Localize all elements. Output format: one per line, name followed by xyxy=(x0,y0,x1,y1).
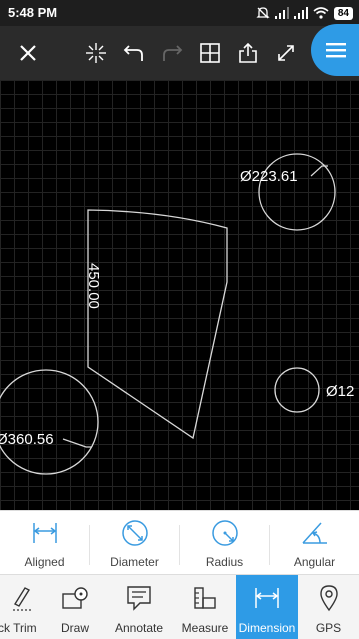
option-angular[interactable]: Angular xyxy=(270,511,359,575)
tab-dimension-label: Dimension xyxy=(238,621,296,635)
redo-icon xyxy=(163,45,183,61)
close-button[interactable] xyxy=(14,39,42,67)
fullscreen-icon xyxy=(278,45,294,61)
battery-icon: 84 xyxy=(333,6,353,20)
option-angular-label: Angular xyxy=(293,555,336,569)
status-bar: 5:48 PM 84 xyxy=(0,0,359,26)
dim-circle-right[interactable]: Ø12 xyxy=(326,383,354,400)
tab-annotate-label: Annotate xyxy=(114,621,164,635)
option-diameter-label: Diameter xyxy=(110,555,159,569)
option-radius-label: Radius xyxy=(205,555,244,569)
annotate-icon xyxy=(127,586,151,611)
dim-circle-top[interactable]: Ø223.61 xyxy=(240,168,298,185)
tab-quick-trim[interactable]: Quick Trim xyxy=(0,575,46,639)
signal-icon xyxy=(293,7,308,19)
circle-left[interactable] xyxy=(0,369,99,475)
undo-button[interactable] xyxy=(120,39,148,67)
mute-icon xyxy=(256,7,270,19)
toolbar xyxy=(0,24,359,80)
status-time: 5:48 PM xyxy=(8,5,58,20)
trim-icon xyxy=(13,587,33,611)
drawing-svg: Ø223.61 450.00 Ø360.56 Ø12 xyxy=(0,153,354,475)
dim-circle-left[interactable]: Ø360.56 xyxy=(0,431,54,448)
tab-dimension[interactable]: Dimension xyxy=(236,575,298,639)
circle-right[interactable] xyxy=(274,367,320,413)
undo-icon xyxy=(123,45,143,61)
snap-icon xyxy=(86,43,106,63)
circle-left-leader xyxy=(62,438,92,448)
tab-gps[interactable]: GPS xyxy=(298,575,359,639)
drawing-canvas[interactable]: Ø223.61 450.00 Ø360.56 Ø12 xyxy=(0,80,359,510)
snap-button[interactable] xyxy=(82,39,110,67)
share-icon xyxy=(239,42,257,63)
diameter-icon xyxy=(121,520,148,546)
dim-polygon-side[interactable]: 450.00 xyxy=(85,263,102,309)
dimension-icon xyxy=(255,588,279,608)
gps-icon xyxy=(319,585,338,612)
measure-icon xyxy=(194,587,216,609)
grid-button[interactable] xyxy=(196,39,224,67)
tab-annotate[interactable]: Annotate xyxy=(104,575,174,639)
tab-draw-label: Draw xyxy=(60,621,89,635)
option-aligned-label: Aligned xyxy=(24,555,65,569)
tab-measure[interactable]: Measure xyxy=(174,575,236,639)
tab-draw[interactable]: Draw xyxy=(46,575,104,639)
fullscreen-button[interactable] xyxy=(272,39,300,67)
polygon-shape[interactable] xyxy=(87,209,228,440)
option-aligned[interactable]: Aligned xyxy=(0,511,89,575)
angular-icon xyxy=(301,522,327,544)
close-icon xyxy=(20,45,36,61)
wifi-icon xyxy=(313,7,329,19)
circle-top[interactable] xyxy=(258,153,336,231)
tab-gps-label: GPS xyxy=(315,621,342,635)
aligned-dimension-icon xyxy=(32,523,57,543)
bottom-tab-bar: Quick Trim Draw Annotate Measure Dimensi… xyxy=(0,574,359,639)
draw-icon xyxy=(62,587,88,609)
grid-icon xyxy=(200,43,220,63)
tab-measure-label: Measure xyxy=(181,621,229,635)
redo-button[interactable] xyxy=(158,39,186,67)
menu-icon xyxy=(326,43,346,58)
tab-quick-trim-label: Quick Trim xyxy=(0,621,37,635)
option-diameter[interactable]: Diameter xyxy=(90,511,179,575)
status-icons: 84 xyxy=(256,4,353,22)
dimension-options-panel: Aligned Diameter Radius Angular xyxy=(0,510,359,574)
option-radius[interactable]: Radius xyxy=(180,511,269,575)
signal-icon xyxy=(274,7,289,19)
share-button[interactable] xyxy=(234,39,262,67)
menu-button[interactable] xyxy=(311,24,359,76)
radius-icon xyxy=(211,520,238,546)
